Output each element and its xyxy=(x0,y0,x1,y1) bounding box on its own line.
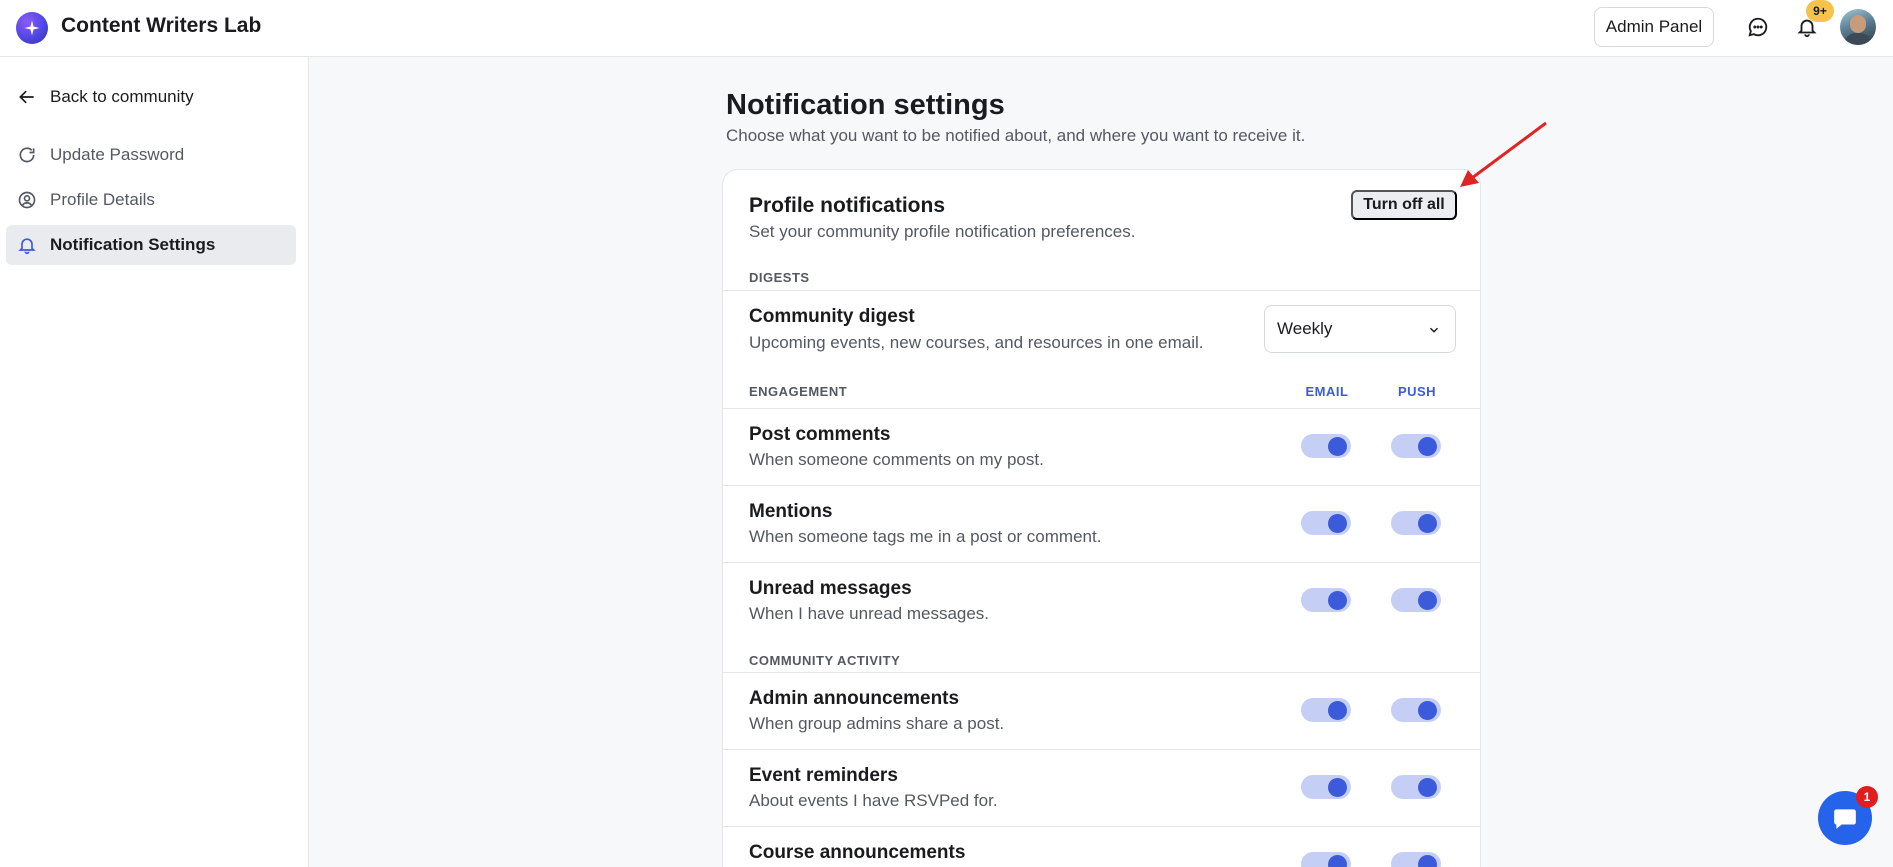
page-subtitle: Choose what you want to be notified abou… xyxy=(726,126,1306,145)
unread-messages-title: Unread messages xyxy=(749,578,912,599)
card-subtitle: Set your community profile notification … xyxy=(749,222,1136,241)
mentions-title: Mentions xyxy=(749,501,833,522)
community-name[interactable]: Content Writers Lab xyxy=(61,14,261,38)
back-label: Back to community xyxy=(50,87,194,106)
sidebar-item-label: Profile Details xyxy=(50,190,155,209)
divider xyxy=(723,290,1480,291)
community-logo-icon[interactable] xyxy=(16,12,48,44)
user-circle-icon xyxy=(16,189,38,211)
admin-announcements-email-toggle[interactable] xyxy=(1301,698,1351,722)
sidebar-item-update-password[interactable]: Update Password xyxy=(6,135,296,175)
back-to-community-link[interactable]: Back to community xyxy=(6,77,296,117)
unread-messages-description: When I have unread messages. xyxy=(749,604,990,623)
course-announcements-title: Course announcements xyxy=(749,842,966,863)
bell-icon xyxy=(16,234,38,256)
sidebar-item-label: Update Password xyxy=(50,145,185,164)
turn-off-all-button[interactable]: Turn off all xyxy=(1351,190,1457,220)
user-avatar[interactable] xyxy=(1840,9,1876,45)
event-reminders-title: Event reminders xyxy=(749,765,898,786)
admin-announcements-description: When group admins share a post. xyxy=(749,714,1005,733)
post-comments-email-toggle[interactable] xyxy=(1301,434,1351,458)
push-column-header: PUSH xyxy=(1397,384,1437,399)
course-announcements-push-toggle[interactable] xyxy=(1391,852,1441,867)
course-announcements-email-toggle[interactable] xyxy=(1301,852,1351,867)
top-bar: Content Writers Lab Admin Panel 9+ xyxy=(0,0,1893,57)
profile-notifications-card: Profile notifications Set your community… xyxy=(722,169,1481,867)
digest-frequency-select[interactable]: Weekly xyxy=(1264,305,1456,353)
divider xyxy=(723,749,1480,750)
divider xyxy=(723,672,1480,673)
divider xyxy=(723,826,1480,827)
settings-sidebar: Back to community Update Password Profil… xyxy=(0,57,309,867)
email-column-header: EMAIL xyxy=(1305,384,1349,399)
chat-bubble-icon[interactable] xyxy=(1744,13,1772,41)
admin-announcements-push-toggle[interactable] xyxy=(1391,698,1441,722)
mentions-description: When someone tags me in a post or commen… xyxy=(749,527,1102,546)
post-comments-description: When someone comments on my post. xyxy=(749,450,1044,469)
unread-messages-push-toggle[interactable] xyxy=(1391,588,1441,612)
event-reminders-email-toggle[interactable] xyxy=(1301,775,1351,799)
arrow-left-icon xyxy=(16,86,38,108)
section-label-community-activity: COMMUNITY ACTIVITY xyxy=(749,653,901,668)
admin-panel-button[interactable]: Admin Panel xyxy=(1594,7,1714,47)
mentions-push-toggle[interactable] xyxy=(1391,511,1441,535)
admin-announcements-title: Admin announcements xyxy=(749,688,960,709)
digest-frequency-value: Weekly xyxy=(1277,319,1333,338)
divider xyxy=(723,408,1480,409)
card-title: Profile notifications xyxy=(749,194,946,217)
unread-messages-email-toggle[interactable] xyxy=(1301,588,1351,612)
sidebar-item-profile-details[interactable]: Profile Details xyxy=(6,180,296,220)
sidebar-item-notification-settings[interactable]: Notification Settings xyxy=(6,225,296,265)
digest-title: Community digest xyxy=(749,306,915,327)
post-comments-push-toggle[interactable] xyxy=(1391,434,1441,458)
page-title: Notification settings xyxy=(726,89,1005,121)
sidebar-item-label: Notification Settings xyxy=(50,235,216,254)
mentions-email-toggle[interactable] xyxy=(1301,511,1351,535)
divider xyxy=(723,485,1480,486)
chevron-down-icon xyxy=(1427,322,1441,342)
chat-unread-badge: 1 xyxy=(1856,786,1878,808)
notification-count-badge: 9+ xyxy=(1806,0,1834,22)
digest-description: Upcoming events, new courses, and resour… xyxy=(749,333,1204,352)
section-label-digests: DIGESTS xyxy=(749,270,810,285)
event-reminders-push-toggle[interactable] xyxy=(1391,775,1441,799)
event-reminders-description: About events I have RSVPed for. xyxy=(749,791,998,810)
divider xyxy=(723,562,1480,563)
section-label-engagement: ENGAGEMENT xyxy=(749,384,848,399)
post-comments-title: Post comments xyxy=(749,424,891,445)
refresh-icon xyxy=(16,144,38,166)
